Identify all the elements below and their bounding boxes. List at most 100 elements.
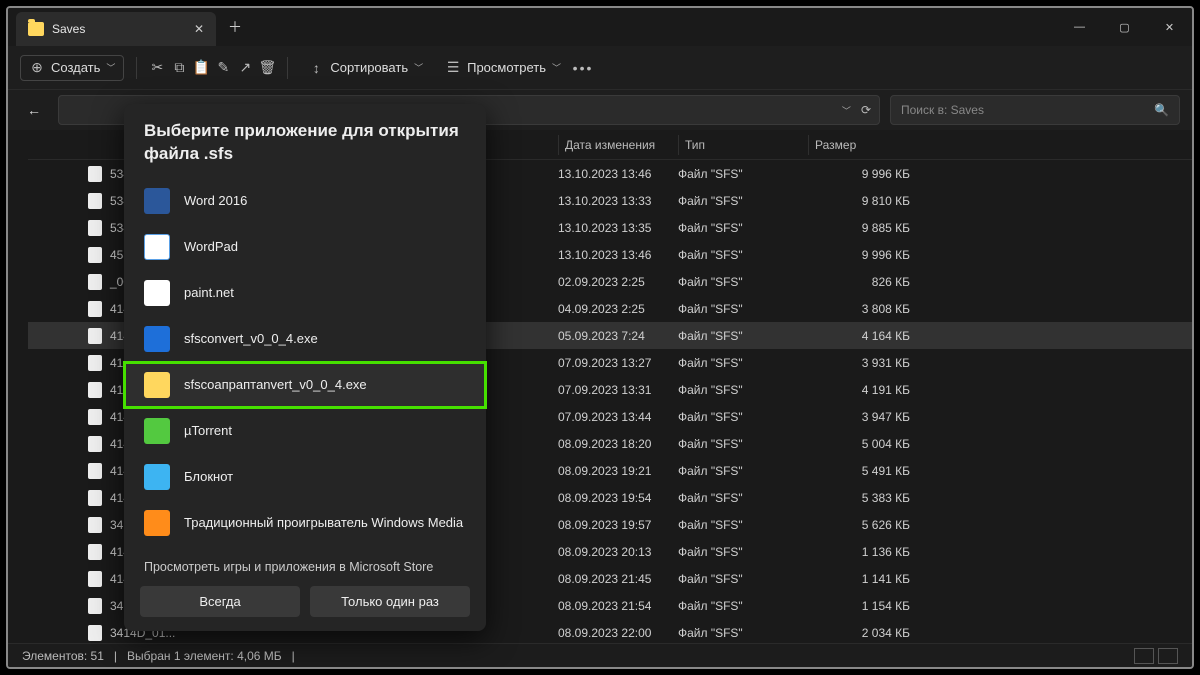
file-type: Файл "SFS" <box>678 221 808 235</box>
share-icon[interactable]: ↗ <box>237 60 253 76</box>
file-type: Файл "SFS" <box>678 167 808 181</box>
view-icon: ☰ <box>445 60 461 76</box>
file-type: Файл "SFS" <box>678 599 808 613</box>
new-tab-button[interactable]: ＋ <box>228 17 242 37</box>
file-type: Файл "SFS" <box>678 437 808 451</box>
file-icon <box>88 517 102 533</box>
app-label: paint.net <box>184 285 234 300</box>
toolbar: ⊕ Создать ﹀ ✂ ⧉ 📋 ✎ ↗ 🗑 ↕ Сортировать ﹀ … <box>8 46 1192 90</box>
app-option[interactable]: WordPad <box>124 224 486 270</box>
app-option[interactable]: Word 2016 <box>124 178 486 224</box>
plus-circle-icon: ⊕ <box>29 60 45 76</box>
app-option[interactable]: sfsconvert_v0_0_4.exe <box>124 316 486 362</box>
maximize-button[interactable]: ▢ <box>1102 8 1147 46</box>
file-size: 3 947 КБ <box>808 410 928 424</box>
file-date: 08.09.2023 19:54 <box>558 491 678 505</box>
status-count: Элементов: 51 <box>22 649 104 663</box>
file-type: Файл "SFS" <box>678 545 808 559</box>
chevron-down-icon: ﹀ <box>414 61 423 74</box>
file-size: 3 808 КБ <box>808 302 928 316</box>
file-date: 05.09.2023 7:24 <box>558 329 678 343</box>
copy-icon[interactable]: ⧉ <box>171 60 187 76</box>
tab-title: Saves <box>52 22 85 36</box>
refresh-icon[interactable]: ⟳ <box>861 103 871 117</box>
app-option[interactable]: Блокнот <box>124 454 486 500</box>
file-icon <box>88 247 102 263</box>
file-size: 5 004 КБ <box>808 437 928 451</box>
file-type: Файл "SFS" <box>678 356 808 370</box>
app-option[interactable]: Традиционный проигрыватель Windows Media <box>124 500 486 546</box>
separator <box>287 57 288 79</box>
store-link[interactable]: Просмотреть игры и приложения в Microsof… <box>124 546 486 586</box>
cut-icon[interactable]: ✂ <box>149 60 165 76</box>
tab[interactable]: Saves ✕ <box>16 12 216 46</box>
titlebar: Saves ✕ ＋ — ▢ ✕ <box>8 8 1192 46</box>
col-type[interactable]: Тип <box>678 135 808 155</box>
col-size[interactable]: Размер <box>808 135 928 155</box>
file-icon <box>88 274 102 290</box>
file-date: 08.09.2023 19:57 <box>558 518 678 532</box>
rename-icon[interactable]: ✎ <box>215 60 231 76</box>
more-icon[interactable]: ••• <box>575 60 591 76</box>
app-icon <box>144 372 170 398</box>
file-type: Файл "SFS" <box>678 464 808 478</box>
file-date: 08.09.2023 19:21 <box>558 464 678 478</box>
file-date: 07.09.2023 13:27 <box>558 356 678 370</box>
app-option[interactable]: sfscoaпpaптanvert_v0_0_4.exe <box>124 362 486 408</box>
file-icon <box>88 436 102 452</box>
back-button[interactable]: ← <box>20 102 48 118</box>
file-icon <box>88 409 102 425</box>
app-option[interactable]: µTorrent <box>124 408 486 454</box>
search-icon: 🔍 <box>1154 103 1169 117</box>
always-button[interactable]: Всегда <box>140 586 300 617</box>
paste-icon[interactable]: 📋 <box>193 60 209 76</box>
file-date: 07.09.2023 13:31 <box>558 383 678 397</box>
file-icon <box>88 166 102 182</box>
file-type: Файл "SFS" <box>678 383 808 397</box>
file-size: 1 141 КБ <box>808 572 928 586</box>
search-input[interactable]: Поиск в: Saves 🔍 <box>890 95 1180 125</box>
open-with-dialog: Выберите приложение для открытия файла .… <box>124 104 486 631</box>
chevron-down-icon: ﹀ <box>552 61 561 74</box>
status-sep: | <box>114 649 117 663</box>
search-placeholder: Поиск в: Saves <box>901 103 984 117</box>
file-date: 13.10.2023 13:35 <box>558 221 678 235</box>
file-date: 04.09.2023 2:25 <box>558 302 678 316</box>
file-size: 3 931 КБ <box>808 356 928 370</box>
app-label: µTorrent <box>184 423 232 438</box>
app-label: Блокнот <box>184 469 233 484</box>
file-icon <box>88 490 102 506</box>
app-icon <box>144 280 170 306</box>
chevron-down-icon[interactable]: ﹀ <box>842 104 851 117</box>
tab-close-icon[interactable]: ✕ <box>194 22 204 36</box>
file-icon <box>88 328 102 344</box>
app-icon <box>144 510 170 536</box>
app-option[interactable]: paint.net <box>124 270 486 316</box>
once-button[interactable]: Только один раз <box>310 586 470 617</box>
file-icon <box>88 598 102 614</box>
app-icon <box>144 234 170 260</box>
sort-button[interactable]: ↕ Сортировать ﹀ <box>300 56 431 80</box>
status-selected: Выбран 1 элемент: 4,06 МБ <box>127 649 282 663</box>
sidebar-strip <box>8 130 28 643</box>
file-size: 9 996 КБ <box>808 167 928 181</box>
file-date: 02.09.2023 2:25 <box>558 275 678 289</box>
file-icon <box>88 625 102 641</box>
file-date: 08.09.2023 21:54 <box>558 599 678 613</box>
file-icon <box>88 544 102 560</box>
file-size: 5 491 КБ <box>808 464 928 478</box>
minimize-button[interactable]: — <box>1057 8 1102 46</box>
file-icon <box>88 193 102 209</box>
app-label: sfscoaпpaптanvert_v0_0_4.exe <box>184 377 367 392</box>
col-date[interactable]: Дата изменения <box>558 135 678 155</box>
app-icon <box>144 418 170 444</box>
file-date: 13.10.2023 13:46 <box>558 167 678 181</box>
close-button[interactable]: ✕ <box>1147 8 1192 46</box>
view-list-button[interactable] <box>1134 648 1154 664</box>
view-button[interactable]: ☰ Просмотреть ﹀ <box>437 56 569 80</box>
view-grid-button[interactable] <box>1158 648 1178 664</box>
create-button[interactable]: ⊕ Создать ﹀ <box>20 55 124 81</box>
sort-label: Сортировать <box>330 60 408 75</box>
delete-icon[interactable]: 🗑 <box>259 60 275 76</box>
chevron-down-icon: ﹀ <box>106 61 115 74</box>
